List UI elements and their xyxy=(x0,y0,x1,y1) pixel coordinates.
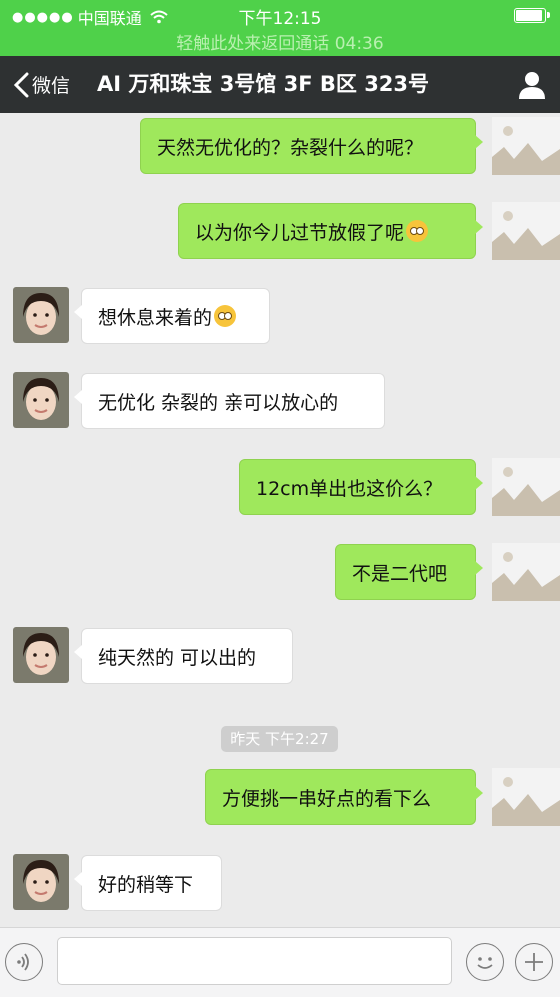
voice-button[interactable] xyxy=(5,943,43,981)
voice-icon xyxy=(17,953,29,971)
my-avatar[interactable] xyxy=(492,543,560,601)
emoji-button[interactable] xyxy=(466,943,504,981)
battery-icon xyxy=(514,8,550,23)
nav-bar: 微信 AI 万和珠宝 3号馆 3F B区 323号 xyxy=(0,56,560,113)
back-label: 微信 xyxy=(32,75,71,97)
my-avatar[interactable] xyxy=(492,117,560,175)
my-avatar[interactable] xyxy=(492,458,560,516)
message-text: 好的稍等下 xyxy=(98,873,194,896)
status-bar: ●●●●● 中国联通 下午12:15 轻触此处来返回通话 04:36 xyxy=(0,0,560,56)
flushed-face-icon xyxy=(214,305,237,327)
message-text: 想休息来着的 xyxy=(98,306,213,329)
back-button[interactable]: 微信 xyxy=(12,56,70,113)
message-bubble-received[interactable]: 想休息来着的 xyxy=(74,288,270,344)
message-input[interactable] xyxy=(57,937,452,985)
thinking-face-icon xyxy=(406,220,429,242)
message-text: 不是二代吧 xyxy=(352,562,448,585)
message-bubble-received[interactable]: 好的稍等下 xyxy=(74,855,222,911)
chevron-left-icon xyxy=(13,72,29,97)
contact-avatar[interactable] xyxy=(13,372,69,428)
return-to-call-banner[interactable]: 轻触此处来返回通话 04:36 xyxy=(0,29,560,54)
message-text: 无优化 杂裂的 亲可以放心的 xyxy=(98,391,339,414)
status-time: 下午12:15 xyxy=(238,9,322,29)
chat-title: AI 万和珠宝 3号馆 3F B区 323号 xyxy=(97,72,430,96)
contact-avatar[interactable] xyxy=(13,287,69,343)
chat-area[interactable]: 天然无优化的？杂裂什么的呢？ 以为你今儿过节放假了呢 想休息来着的 无优化 杂裂… xyxy=(0,113,560,927)
message-text: 纯天然的 可以出的 xyxy=(98,646,257,669)
smiley-icon xyxy=(477,957,493,969)
message-bubble-sent[interactable]: 12cm单出也这价么？ xyxy=(239,459,483,515)
timestamp-divider: 昨天 下午2:27 xyxy=(221,726,338,752)
my-avatar[interactable] xyxy=(492,768,560,826)
message-bubble-sent[interactable]: 不是二代吧 xyxy=(335,544,483,600)
contact-avatar[interactable] xyxy=(13,627,69,683)
my-avatar[interactable] xyxy=(492,202,560,260)
battery-level xyxy=(516,10,542,21)
contact-avatar[interactable] xyxy=(13,854,69,910)
plus-icon xyxy=(525,953,543,971)
message-text: 方便挑一串好点的看下么 xyxy=(222,787,432,810)
person-icon[interactable] xyxy=(514,67,550,103)
message-bubble-received[interactable]: 纯天然的 可以出的 xyxy=(74,628,293,684)
message-bubble-sent[interactable]: 方便挑一串好点的看下么 xyxy=(205,769,483,825)
message-bubble-sent[interactable]: 以为你今儿过节放假了呢 xyxy=(178,203,483,259)
message-text: 以为你今儿过节放假了呢 xyxy=(195,221,405,244)
message-text: 天然无优化的？杂裂什么的呢？ xyxy=(157,136,424,159)
message-bubble-sent[interactable]: 天然无优化的？杂裂什么的呢？ xyxy=(140,118,483,174)
message-bubble-received[interactable]: 无优化 杂裂的 亲可以放心的 xyxy=(74,373,385,429)
more-button[interactable] xyxy=(515,943,553,981)
message-text: 12cm单出也这价么？ xyxy=(256,477,443,500)
input-bar xyxy=(0,927,560,997)
